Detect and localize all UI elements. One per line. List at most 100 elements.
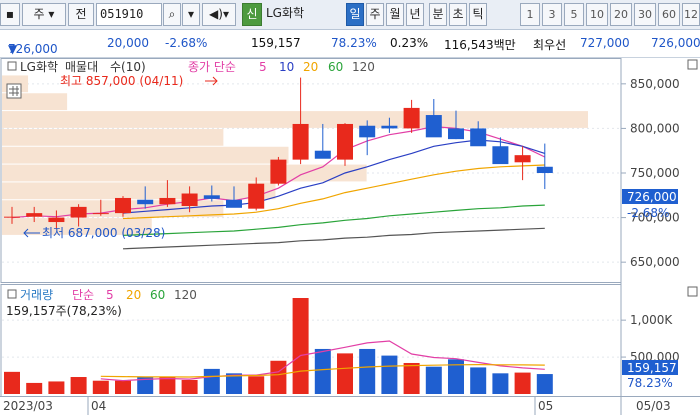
volume-bar: [48, 381, 65, 394]
volume-bar: [26, 382, 43, 394]
stock-chart[interactable]: LG화학 매물대 수(10) 종가 단순 5 10 20 60 120 최고 8…: [0, 58, 700, 415]
best-ask-price: 727,000: [580, 36, 630, 50]
candle-body: [270, 159, 287, 184]
interval-60[interactable]: 60: [658, 3, 680, 26]
high-arrow-icon: [205, 76, 218, 86]
legend-profile: 매물대: [65, 60, 98, 74]
candle-body: [514, 155, 531, 163]
down-arrow-icon: ▼: [8, 42, 18, 56]
interval-30[interactable]: 30: [634, 3, 656, 26]
volume-legend-ma5: 5: [106, 288, 114, 302]
legend-profile-arg: 수(10): [110, 60, 146, 74]
x-axis-label-start: 2023/03: [3, 399, 53, 413]
candle-body: [4, 216, 20, 218]
best-bid-price: 726,000: [651, 36, 700, 50]
volume-legend-ma20: 20: [126, 288, 141, 302]
volume-bar: [337, 353, 353, 394]
tab-period-week[interactable]: 주: [366, 3, 384, 26]
search-icon[interactable]: ⌕: [163, 3, 181, 26]
table-icon[interactable]: [6, 83, 22, 99]
volume-bar: [92, 380, 109, 394]
candle-body: [403, 107, 420, 129]
interval-3[interactable]: 3: [542, 3, 562, 26]
market-select[interactable]: 주 ▾: [22, 3, 66, 26]
trade-amount: 116,543백만: [444, 38, 516, 52]
tab-period-minute[interactable]: 분: [429, 3, 447, 26]
tab-period-year[interactable]: 년: [406, 3, 424, 26]
interval-20[interactable]: 20: [610, 3, 632, 26]
interval-10[interactable]: 10: [586, 3, 608, 26]
volume-bar: [536, 374, 553, 394]
volume-y-tick-label: 1,000K: [630, 313, 673, 327]
candle-body: [248, 183, 265, 209]
candle-body: [470, 128, 487, 147]
volume-bar: [292, 298, 309, 394]
candle-body: [381, 125, 398, 129]
volume-legend-ma60: 60: [150, 288, 165, 302]
volume-bar: [403, 362, 420, 394]
volume-bar: [181, 379, 198, 394]
profile-bar: [2, 128, 224, 146]
tab-period-tick[interactable]: 틱: [469, 3, 487, 26]
volume-bar: [425, 366, 442, 394]
legend-collapse-icon[interactable]: [7, 61, 17, 71]
quote-bar: 726,000 ▼ 20,000 -2.68% 159,157 78.23% 0…: [0, 30, 700, 58]
interval-1[interactable]: 1: [520, 3, 540, 26]
sound-icon[interactable]: ◀)▾: [202, 3, 236, 26]
ma-line-120: [122, 227, 545, 250]
candle-body: [70, 206, 87, 218]
stock-name: LG화학: [266, 6, 305, 20]
current-volume-tag: 159,157: [627, 361, 677, 375]
legend-ma10: 10: [279, 60, 294, 74]
candle-body: [314, 150, 331, 159]
candle-body: [92, 213, 109, 215]
toolbar: ▪ 주 ▾ 전 051910 ⌕ ▾ ◀)▾ 신 LG화학 일 주 월 년 분 …: [0, 0, 700, 30]
volume-ratio: 78.23%: [331, 36, 377, 50]
candle-body: [203, 195, 220, 199]
volume-legend-title: 거래량: [20, 288, 53, 302]
candle-body: [492, 146, 509, 165]
tab-period-second[interactable]: 초: [449, 3, 467, 26]
candle-body: [337, 123, 353, 160]
price-y-tick-label: 750,000: [630, 166, 680, 180]
candle-body: [448, 128, 464, 140]
volume-bar: [314, 348, 331, 394]
chevron-down-icon[interactable]: ▾: [182, 3, 200, 26]
profile-bar: [2, 146, 289, 164]
volume-bar: [159, 377, 176, 394]
volume-legend-ma-label: 단순: [72, 288, 94, 302]
x-axis-label-may: 05: [538, 399, 553, 413]
volume-bar: [4, 371, 20, 394]
legend-ma20: 20: [303, 60, 318, 74]
stock-code-input[interactable]: 051910: [96, 3, 162, 26]
volume-legend-collapse-icon[interactable]: [7, 289, 17, 299]
price-change: 20,000: [107, 36, 149, 50]
volume-bar: [248, 376, 265, 394]
volume-bar: [70, 377, 87, 394]
panel-expand-icon[interactable]: [687, 59, 698, 70]
volume-panel-expand-icon[interactable]: [687, 286, 698, 297]
tab-period-month[interactable]: 월: [386, 3, 404, 26]
low-annotation: 최저 687,000 (03/28): [42, 226, 165, 240]
current-price-tag: 726,000: [627, 190, 677, 204]
market-label: 주: [33, 7, 45, 21]
jeon-button[interactable]: 전: [68, 3, 94, 26]
price-change-pct: -2.68%: [165, 36, 208, 50]
interval-120[interactable]: 12: [682, 3, 700, 26]
market-selector[interactable]: ▪: [0, 3, 20, 26]
volume-bar: [359, 348, 376, 394]
volume-legend-ma120: 120: [174, 288, 197, 302]
price-y-tick-label: 800,000: [630, 121, 680, 135]
candle-body: [115, 197, 131, 214]
legend-ma-label: 종가 단순: [188, 60, 236, 74]
interval-5[interactable]: 5: [564, 3, 584, 26]
candle-body: [48, 217, 65, 223]
volume-legend-value: 159,157주(78,23%): [6, 304, 122, 318]
volume-bar: [492, 373, 509, 394]
price-y-tick-label: 650,000: [630, 255, 680, 269]
tab-period-day[interactable]: 일: [346, 3, 364, 26]
price-y-tick-label: 850,000: [630, 77, 680, 91]
volume-bar: [270, 360, 287, 394]
candle-body: [26, 213, 43, 217]
candle-body: [359, 125, 376, 138]
